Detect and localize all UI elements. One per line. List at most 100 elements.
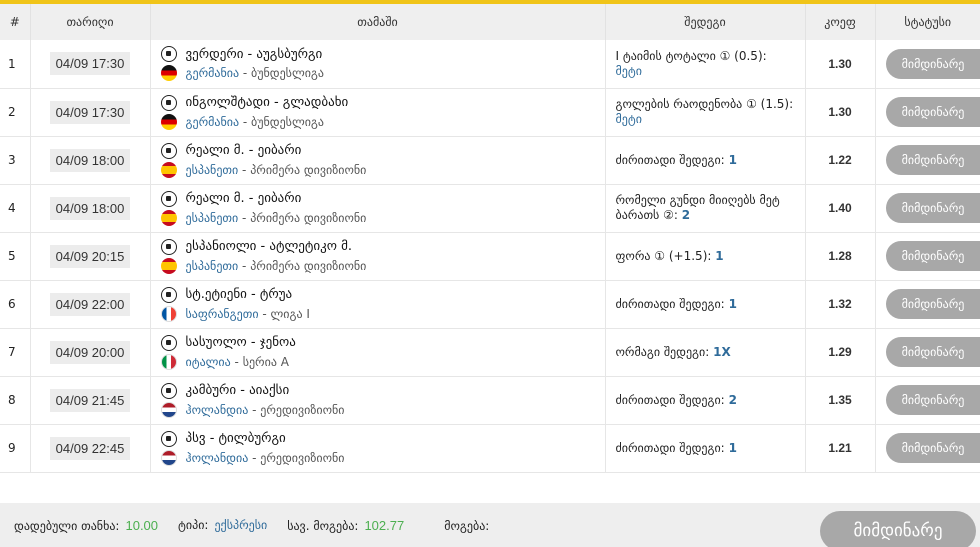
- status-button[interactable]: მიმდინარე: [886, 385, 980, 415]
- match-title-line: სტ.ეტიენი - ტრუა: [160, 285, 605, 304]
- match-teams[interactable]: რეალი მ. - ეიბარი: [186, 143, 302, 158]
- bet-status-button[interactable]: მიმდინარე: [820, 511, 976, 547]
- league-name: - ერედივიზიონი: [248, 402, 345, 417]
- result-cell: ორმაგი შედეგი: 1X: [605, 328, 806, 377]
- result-cell: ძირითადი შედეგი: 1: [605, 136, 806, 185]
- soccer-ball-icon: [160, 382, 177, 399]
- market-name: ფორა ① (+1.5):: [615, 248, 712, 263]
- result-cell: ძირითადი შედეგი: 1: [605, 424, 806, 473]
- country-flag-icon: [160, 65, 177, 82]
- country-name: იტალია: [185, 354, 231, 369]
- match-league-line: საფრანგეთი - ლიგა I: [160, 304, 605, 323]
- match-cell: ინგოლშტადი - გლადბახი გერმანია - ბუნდესლი…: [150, 88, 606, 137]
- match-cell: სასუოლო - ჯენოა იტალია - სერია A: [150, 328, 606, 377]
- country-name: ჰოლანდია: [185, 402, 249, 417]
- type-label: ტიპი:: [178, 518, 209, 532]
- match-teams[interactable]: კამბური - აიაქსი: [186, 383, 290, 398]
- match-league-line: ჰოლანდია - ერედივიზიონი: [160, 400, 605, 419]
- match-title-line: კამბური - აიაქსი: [160, 381, 605, 400]
- match-cell: რეალი მ. - ეიბარი ესპანეთი - პრიმერა დივი…: [150, 184, 606, 233]
- bet-slip-table: # თარიღი თამაში შედეგი კოეფ სტატუსი 1 04/…: [0, 4, 980, 473]
- league-info: ესპანეთი - პრიმერა დივიზიონი: [186, 163, 367, 177]
- league-info: ჰოლანდია - ერედივიზიონი: [186, 403, 345, 417]
- match-datetime: 04/09 20:15: [49, 244, 131, 268]
- country-flag-icon: [160, 113, 177, 130]
- odds-value: 1.21: [805, 424, 876, 473]
- match-cell: პსვ - ტილბურგი ჰოლანდია - ერედივიზიონი: [150, 424, 606, 473]
- bet-row: 7 04/09 20:00 სასუოლო - ჯენოა იტალია - სერი…: [0, 328, 980, 377]
- selected-pick: მეტი: [615, 112, 642, 126]
- header-num: #: [0, 4, 31, 40]
- country-name: ესპანეთი: [185, 258, 239, 273]
- match-teams[interactable]: ესპანიოლი - ატლეტიკო მ.: [186, 239, 353, 254]
- row-number: 2: [0, 88, 31, 137]
- match-datetime: 04/09 20:00: [49, 340, 131, 364]
- country-flag-icon: [160, 161, 177, 178]
- status-button[interactable]: მიმდინარე: [886, 433, 980, 463]
- result-cell: ძირითადი შედეგი: 2: [605, 376, 806, 425]
- match-teams[interactable]: პსვ - ტილბურგი: [186, 431, 286, 446]
- bet-row: 4 04/09 18:00 რეალი მ. - ეიბარი ესპანეთი - …: [0, 184, 980, 233]
- status-button[interactable]: მიმდინარე: [886, 289, 980, 319]
- bet-row: 5 04/09 20:15 ესპანიოლი - ატლეტიკო მ. ესპან…: [0, 232, 980, 281]
- league-name: - ლიგა I: [258, 306, 310, 321]
- match-datetime: 04/09 17:30: [49, 52, 131, 76]
- date-cell: 04/09 20:00: [30, 328, 151, 377]
- selected-pick: 2: [728, 392, 737, 407]
- match-teams[interactable]: სტ.ეტიენი - ტრუა: [186, 287, 293, 302]
- status-button[interactable]: მიმდინარე: [886, 241, 980, 271]
- type-summary: ტიპი: ექსპრესი: [178, 518, 267, 532]
- status-button[interactable]: მიმდინარე: [886, 48, 980, 79]
- status-button[interactable]: მიმდინარე: [886, 97, 980, 127]
- country-flag-icon: [160, 353, 177, 370]
- league-info: გერმანია - ბუნდესლიგა: [186, 115, 325, 129]
- stake-summary: დადებული თანხა: 10.00: [14, 518, 158, 533]
- date-cell: 04/09 17:30: [30, 88, 151, 137]
- date-cell: 04/09 22:45: [30, 424, 151, 473]
- odds-value: 1.22: [805, 136, 876, 185]
- status-cell: მიმდინარე: [875, 328, 980, 377]
- header-date: თარიღი: [30, 4, 151, 40]
- market-name: გოლების რაოდენობა ① (1.5):: [615, 97, 794, 111]
- country-name: ესპანეთი: [185, 210, 239, 225]
- row-number: 7: [0, 328, 31, 377]
- market-name: რომელი გუნდი მიიღებს მეტ ბარათს ②:: [615, 193, 780, 222]
- odds-value: 1.32: [805, 280, 876, 329]
- league-name: - სერია A: [230, 354, 289, 369]
- status-cell: მიმდინარე: [875, 40, 980, 89]
- match-teams[interactable]: რეალი მ. - ეიბარი: [186, 191, 302, 206]
- country-flag-icon: [160, 449, 177, 466]
- row-number: 6: [0, 280, 31, 329]
- status-button[interactable]: მიმდინარე: [886, 193, 980, 223]
- soccer-ball-icon: [160, 94, 177, 111]
- match-teams[interactable]: სასუოლო - ჯენოა: [186, 335, 296, 350]
- country-name: ჰოლანდია: [185, 450, 249, 465]
- match-cell: სტ.ეტიენი - ტრუა საფრანგეთი - ლიგა I: [150, 280, 606, 329]
- header-match: თამაში: [150, 4, 606, 40]
- market-name: ძირითადი შედეგი:: [615, 392, 725, 407]
- match-teams[interactable]: ვერდერი - აუგსბურგი: [186, 47, 323, 62]
- market-name: I ტაიმის ტოტალი ① (0.5):: [615, 48, 767, 63]
- league-info: იტალია - სერია A: [186, 355, 289, 369]
- odds-value: 1.28: [805, 232, 876, 281]
- country-flag-icon: [160, 209, 177, 226]
- match-teams[interactable]: ინგოლშტადი - გლადბახი: [186, 95, 349, 110]
- bet-row: 3 04/09 18:00 რეალი მ. - ეიბარი ესპანეთი - …: [0, 136, 980, 185]
- league-name: - ბუნდესლიგა: [239, 66, 324, 81]
- row-number: 3: [0, 136, 31, 185]
- league-name: - პრიმერა დივიზიონი: [238, 162, 367, 177]
- league-name: - პრიმერა დივიზიონი: [238, 258, 367, 273]
- league-name: - პრიმერა დივიზიონი: [238, 210, 367, 225]
- match-cell: ესპანიოლი - ატლეტიკო მ. ესპანეთი - პრიმერ…: [150, 232, 606, 281]
- market-name: ძირითადი შედეგი:: [615, 296, 725, 311]
- soccer-ball-icon: [160, 142, 177, 159]
- country-flag-icon: [160, 401, 177, 418]
- status-button[interactable]: მიმდინარე: [886, 337, 980, 367]
- date-cell: 04/09 18:00: [30, 136, 151, 185]
- status-button[interactable]: მიმდინარე: [886, 145, 980, 175]
- date-cell: 04/09 18:00: [30, 184, 151, 233]
- soccer-ball-icon: [160, 190, 177, 207]
- match-title-line: ვერდერი - აუგსბურგი: [160, 45, 605, 64]
- match-datetime: 04/09 18:00: [49, 196, 131, 220]
- match-title-line: ესპანიოლი - ატლეტიკო მ.: [160, 237, 605, 256]
